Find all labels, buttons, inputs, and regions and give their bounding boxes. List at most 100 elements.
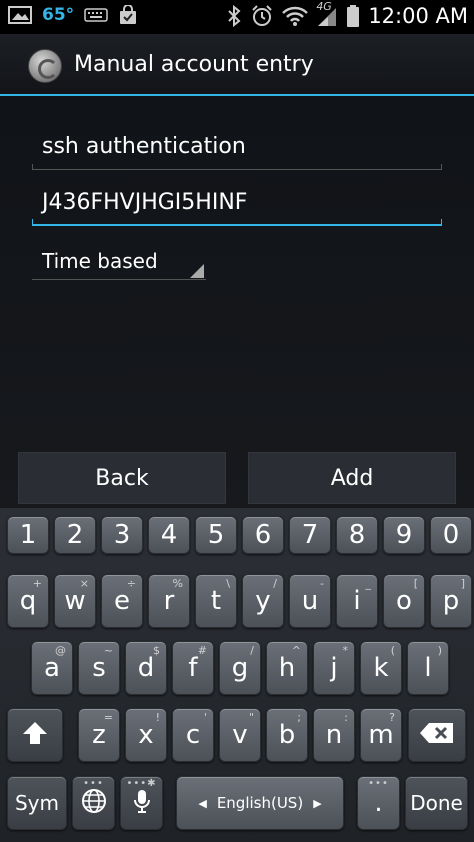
network-type-text: 4G [316,0,332,13]
key-secondary-char: " [248,711,254,724]
globe-key[interactable]: ••• [72,776,115,830]
account-name-field[interactable]: ssh authentication [32,126,442,170]
key-char: 5 [207,520,225,550]
key-a[interactable]: @ a [31,641,73,695]
key-x[interactable]: ! x [125,708,167,762]
backspace-key[interactable] [408,708,466,762]
key-p[interactable]: ] p [430,574,472,628]
wifi-icon [282,5,309,27]
authenticator-app-icon[interactable] [28,49,62,83]
key-char: 6 [254,520,272,550]
key-n[interactable]: :n [313,708,355,762]
key-8[interactable]: 8 [336,516,378,554]
key-6[interactable]: 6 [242,516,284,554]
key-q[interactable]: + q [7,574,49,628]
key-char: 4 [160,520,178,550]
key-l[interactable]: ) l [407,641,449,695]
key-char: 1 [19,520,37,550]
key-u[interactable]: -u [289,574,331,628]
key-r[interactable]: % r [148,574,190,628]
language-prev-icon: ◀ [198,796,207,810]
space-key[interactable]: ◀ English(US) ▶ [176,776,344,830]
key-w[interactable]: × w [54,574,96,628]
shift-arrow-icon [21,720,49,750]
key-secondary-char: _ [365,577,372,590]
key-secondary-char: + [32,577,42,590]
shift-key[interactable] [7,708,63,762]
key-secondary-char: ? [389,711,395,724]
key-char: r [163,586,175,616]
battery-icon [346,4,360,28]
key-field[interactable]: J436FHVJHGI5HINF [32,182,442,226]
key-char: i [353,586,361,616]
key-char: m [368,720,394,750]
key-h[interactable]: ^ h [266,641,308,695]
key-secondary-char: ; [297,711,301,724]
add-button[interactable]: Add [248,452,456,504]
key-s[interactable]: ~ s [78,641,120,695]
key-o[interactable]: [o [383,574,425,628]
key-0[interactable]: 0 [430,516,472,554]
key-y[interactable]: / y [242,574,284,628]
shopping-bag-icon [118,5,138,25]
key-1[interactable]: 1 [7,516,49,554]
key-char: b [278,720,296,750]
key-char: p [442,586,460,616]
key-char: e [114,586,130,616]
sym-key[interactable]: Sym [7,776,67,830]
key-char: 7 [301,520,319,550]
key-5[interactable]: 5 [195,516,237,554]
account-name-value: ssh authentication [42,134,246,159]
done-key[interactable]: Done [405,776,468,830]
key-char: z [92,720,106,750]
key-g[interactable]: / g [219,641,261,695]
key-3[interactable]: 3 [101,516,143,554]
key-9[interactable]: 9 [383,516,425,554]
key-secondary-char: [ [413,577,418,590]
key-char: y [255,586,271,616]
key-f[interactable]: # f [172,641,214,695]
key-secondary-char: = [103,711,113,724]
key-4[interactable]: 4 [148,516,190,554]
language-next-icon: ▶ [313,796,322,810]
key-k[interactable]: (k [360,641,402,695]
key-2[interactable]: 2 [54,516,96,554]
key-dots: ••• [368,778,389,789]
key-t[interactable]: \ t [195,574,237,628]
key-7[interactable]: 7 [289,516,331,554]
key-m[interactable]: ? m [360,708,402,762]
voice-input-key[interactable]: •••✱ [120,776,163,830]
key-secondary-char: × [79,577,89,590]
key-secondary-char: % [172,577,183,590]
key-secondary-char: / [250,644,254,657]
microphone-icon [132,787,152,819]
key-value: J436FHVJHGI5HINF [42,190,248,215]
key-char: t [210,586,222,616]
key-char: o [396,586,412,616]
type-spinner[interactable]: Time based [32,244,206,280]
key-dots: •••✱ [126,778,157,789]
dropdown-triangle-icon [190,264,204,278]
key-z[interactable]: = z [78,708,120,762]
key-d[interactable]: $ d [125,641,167,695]
key-secondary-char: ' [203,711,207,724]
bluetooth-icon [226,4,242,28]
key-j[interactable]: * j [313,641,355,695]
key-secondary-char: : [344,711,348,724]
sym-label: Sym [14,791,59,815]
key-secondary-char: # [197,644,207,657]
key-c[interactable]: ' c [172,708,214,762]
period-key[interactable]: ••• . [357,776,400,830]
key-char: f [188,653,198,683]
alarm-icon [250,4,274,28]
key-b[interactable]: ; b [266,708,308,762]
key-char: 3 [113,520,131,550]
space-language-row: ◀ English(US) ▶ [198,794,321,812]
key-v[interactable]: " v [219,708,261,762]
back-button[interactable]: Back [18,452,226,504]
keyboard-notification-icon [84,7,108,23]
key-char: a [44,653,60,683]
key-e[interactable]: ÷ e [101,574,143,628]
key-char: s [92,653,106,683]
key-i[interactable]: _ i [336,574,378,628]
